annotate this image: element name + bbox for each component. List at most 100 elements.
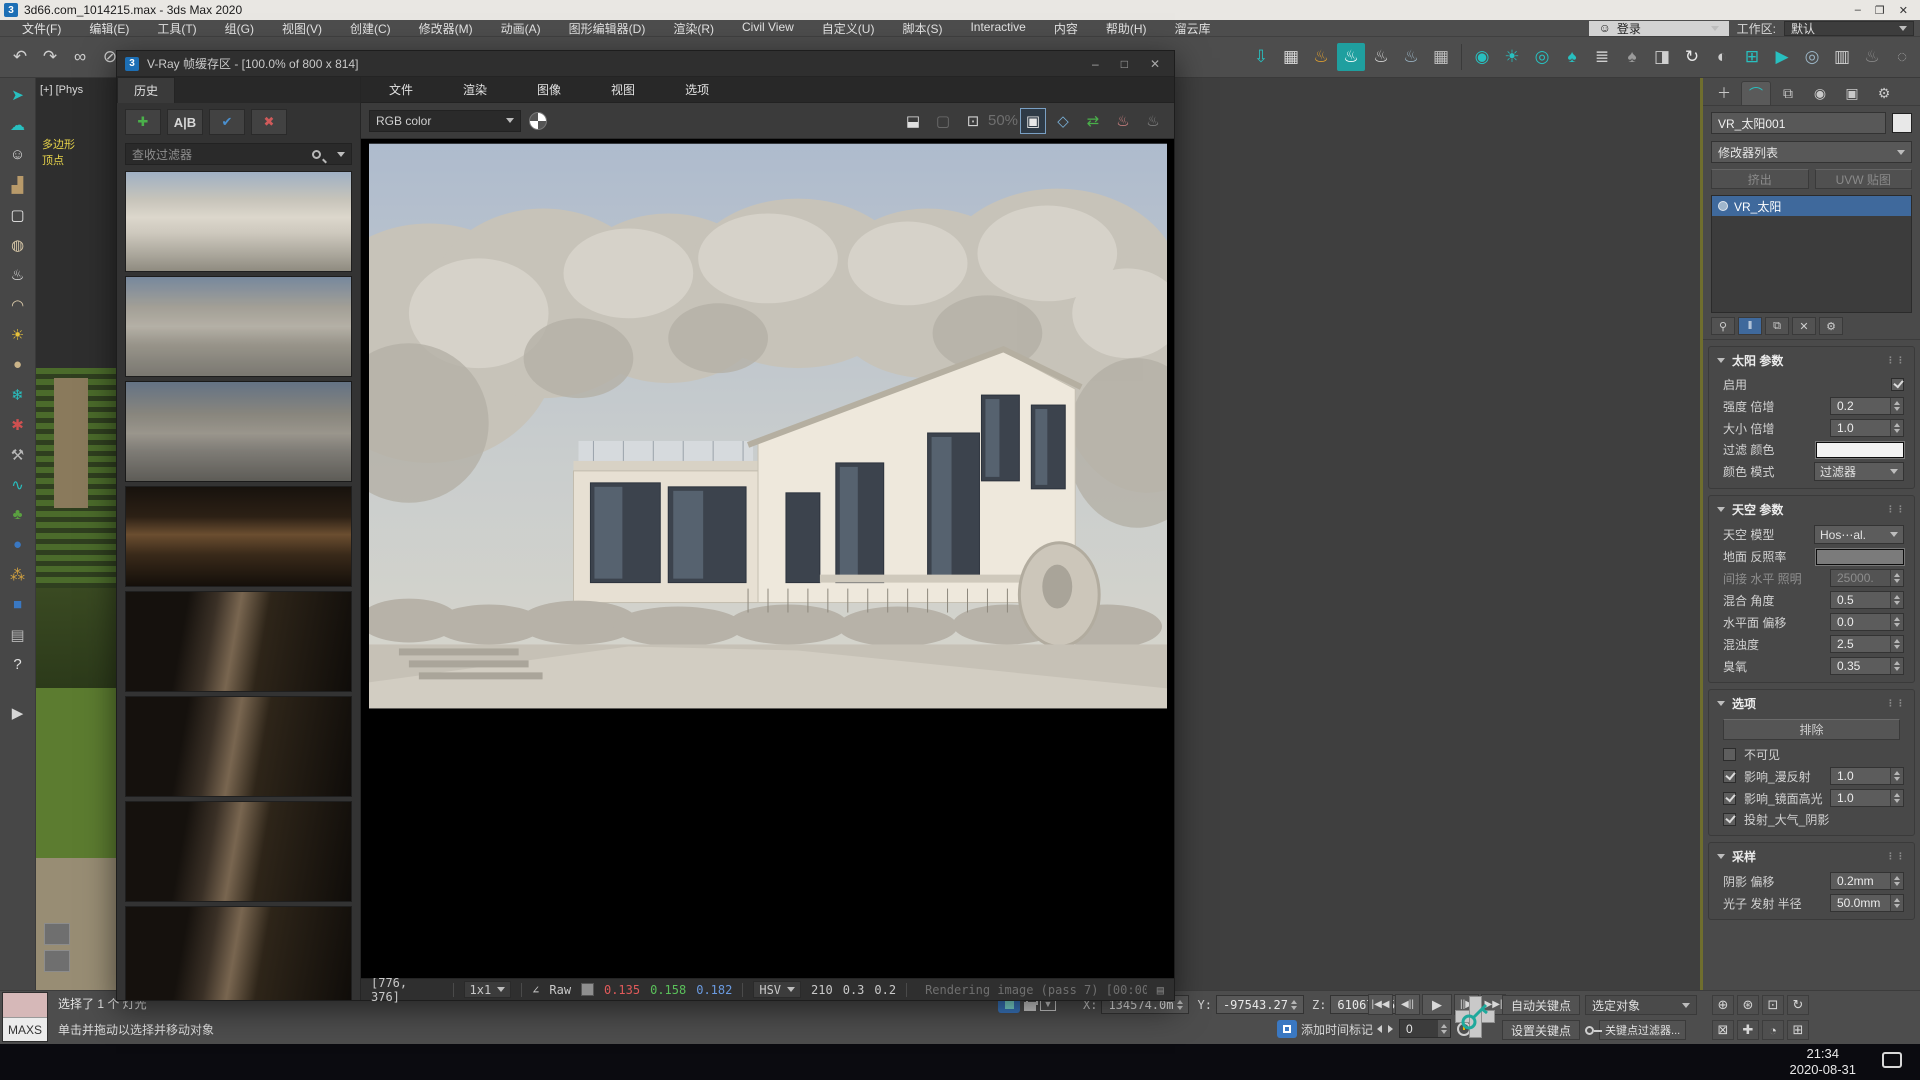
ring-icon[interactable]: ◍	[5, 232, 31, 257]
time-tag-icon[interactable]	[1277, 1020, 1297, 1038]
history-thumbnail-3[interactable]	[125, 381, 352, 482]
hsv-dropdown[interactable]: HSV	[753, 981, 801, 998]
menu-item[interactable]: 渲染(R)	[661, 19, 726, 38]
tab-display[interactable]: ▣	[1837, 81, 1867, 105]
axe-icon[interactable]: ⚒	[5, 442, 31, 467]
viewport-corner-box[interactable]	[44, 950, 70, 972]
dome-icon[interactable]: ◠	[5, 292, 31, 317]
go-start-button[interactable]: |◀◀	[1368, 994, 1393, 1015]
remove-modifier-icon[interactable]: ✕	[1792, 317, 1816, 335]
color-wheel-icon[interactable]	[529, 112, 547, 130]
add-time-tag-button[interactable]: 添加时间标记	[1301, 1021, 1373, 1038]
rollout-sky-header[interactable]: 天空 参数⋮⋮	[1709, 496, 1914, 523]
exclude-button[interactable]: 排除	[1723, 719, 1900, 740]
make-unique-icon[interactable]: ⧉	[1765, 317, 1789, 335]
undo-icon[interactable]: ↶	[6, 43, 34, 71]
split-view-icon[interactable]: ⊞	[1738, 43, 1766, 71]
key-step-icon[interactable]	[1388, 1025, 1393, 1033]
box-icon[interactable]: ▢	[5, 202, 31, 227]
sphere-icon[interactable]: ●	[5, 352, 31, 377]
size-multiplier-field[interactable]: 1.0	[1830, 419, 1904, 437]
enabled-checkbox[interactable]	[1891, 378, 1904, 391]
auto-key-button[interactable]: 自动关键点	[1502, 995, 1580, 1015]
render-cloud-icon[interactable]: ♨	[1397, 43, 1425, 71]
render-last-icon[interactable]: ♨	[1110, 108, 1136, 134]
spiral-icon[interactable]: ∿	[5, 472, 31, 497]
channel-dropdown[interactable]: RGB color	[369, 110, 521, 132]
menu-item[interactable]: 图形编辑器(D)	[557, 19, 658, 38]
workspace-dropdown[interactable]: 默认	[1784, 21, 1914, 36]
vfb-menu-item[interactable]: 视图	[599, 80, 647, 99]
key-step-icons[interactable]	[1377, 1025, 1382, 1033]
history-thumbnail-1[interactable]	[125, 171, 352, 272]
play-button[interactable]: ▶	[1422, 994, 1452, 1015]
rollout-options-header[interactable]: 选项⋮⋮	[1709, 690, 1914, 717]
select-arrow-icon[interactable]: ➤	[5, 82, 31, 107]
zoom-region-icon[interactable]: ⊠	[1712, 1020, 1734, 1040]
camera-icon[interactable]: ◎	[1528, 43, 1556, 71]
menu-item[interactable]: Interactive	[958, 19, 1037, 38]
photon-radius-field[interactable]: 50.0mm	[1830, 894, 1904, 912]
ozone-field[interactable]: 0.35	[1830, 657, 1904, 675]
pan-icon[interactable]: ✚	[1737, 1020, 1759, 1040]
refresh-icon[interactable]: ⇄	[1080, 108, 1106, 134]
vfb-image-area[interactable]	[361, 139, 1174, 978]
maxs-label[interactable]: MAXS	[3, 1018, 47, 1041]
menu-item[interactable]: 工具(T)	[145, 19, 208, 38]
menu-item[interactable]: 自定义(U)	[810, 19, 887, 38]
track-mouse-icon[interactable]: ◇	[1050, 108, 1076, 134]
listener-macro-row[interactable]	[3, 993, 47, 1018]
set-key-button[interactable]: 设置关键点	[1502, 1020, 1580, 1040]
maxscript-mini-listener[interactable]: MAXS	[2, 992, 48, 1042]
login-button[interactable]: ☺ 登录	[1589, 21, 1729, 36]
history-thumbnail-6[interactable]	[125, 696, 352, 797]
menu-item[interactable]: 脚本(S)	[890, 19, 954, 38]
sun-icon[interactable]: ☀	[5, 322, 31, 347]
vfb-titlebar[interactable]: 3 V-Ray 帧缓存区 - [100.0% of 800 x 814] – □…	[117, 51, 1174, 77]
frame-border-icon[interactable]: ▣	[1020, 108, 1046, 134]
history-accept-button[interactable]: ✔	[209, 109, 245, 135]
history-reject-button[interactable]: ✖	[251, 109, 287, 135]
shadow-bias-field[interactable]: 0.2mm	[1830, 872, 1904, 890]
video-playblast-icon[interactable]: ▶	[1768, 43, 1796, 71]
horizon-offset-field[interactable]: 0.0	[1830, 613, 1904, 631]
show-end-result-icon[interactable]: ‖	[1738, 317, 1762, 335]
configure-sets-icon[interactable]: ⚙	[1819, 317, 1843, 335]
history-thumbnail-7[interactable]	[125, 801, 352, 902]
zoom-50-label[interactable]: 50%	[990, 108, 1016, 134]
set-keys-button[interactable]	[1455, 996, 1495, 1038]
copy-image-icon[interactable]: ▢	[930, 108, 956, 134]
vfb-menu-item[interactable]: 图像	[525, 80, 573, 99]
render-preset-teapot-icon[interactable]: ♨	[1307, 43, 1335, 71]
vfb-menu-item[interactable]: 渲染	[451, 80, 499, 99]
help-icon[interactable]: ?	[5, 652, 31, 677]
object-color-swatch[interactable]	[1892, 113, 1912, 133]
rollout-sampling-header[interactable]: 采样⋮⋮	[1709, 843, 1914, 870]
menu-item[interactable]: 动画(A)	[489, 19, 553, 38]
history-search-input[interactable]: 查收过滤器	[125, 143, 352, 165]
menu-item[interactable]: 编辑(E)	[77, 19, 141, 38]
stats-icon[interactable]: ▤	[1157, 983, 1164, 997]
tab-hierarchy[interactable]: ⧉	[1773, 81, 1803, 105]
color-mode-dropdown[interactable]: 过滤器	[1814, 462, 1904, 481]
history-thumbnail-2[interactable]	[125, 276, 352, 377]
intensity-multiplier-field[interactable]: 0.2	[1830, 397, 1904, 415]
region-render-icon[interactable]: ⊡	[960, 108, 986, 134]
lock-selection-icon[interactable]	[1024, 1002, 1036, 1011]
cast-atmos-checkbox[interactable]	[1723, 813, 1736, 826]
camera-add-icon[interactable]: ◎	[1798, 43, 1826, 71]
teapot-outline-icon[interactable]: ♨	[1858, 43, 1886, 71]
redo-icon[interactable]: ↷	[36, 43, 64, 71]
key-filters-icon[interactable]	[1585, 1026, 1594, 1035]
tab-motion[interactable]: ◉	[1805, 81, 1835, 105]
notification-icon[interactable]	[1882, 1052, 1902, 1068]
pin-stack-icon[interactable]: ⚲	[1711, 317, 1735, 335]
render-production-icon[interactable]: ♨	[1337, 43, 1365, 71]
menu-item[interactable]: 内容	[1042, 19, 1090, 38]
ground-albedo-swatch[interactable]	[1816, 549, 1904, 565]
orbit-subobject-icon[interactable]: ◔	[1762, 1020, 1784, 1040]
menu-item[interactable]: 组(G)	[213, 19, 266, 38]
menu-item[interactable]: 帮助(H)	[1094, 19, 1159, 38]
list-icon[interactable]: ≣	[1588, 43, 1616, 71]
history-thumbnail-8[interactable]	[125, 906, 352, 1000]
